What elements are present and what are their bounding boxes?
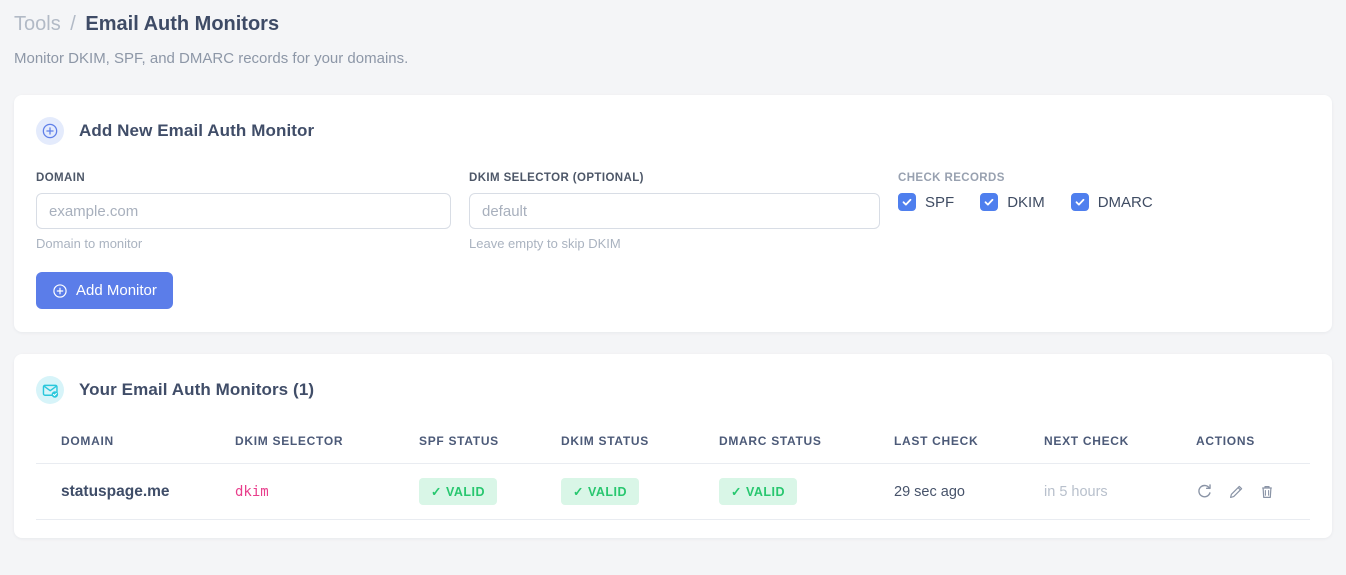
monitor-last-check: 29 sec ago — [894, 463, 1044, 520]
col-header-spf-status: SPF STATUS — [419, 422, 561, 464]
monitor-dkim-selector: dkim — [235, 463, 419, 520]
add-monitor-form: DOMAIN Domain to monitor DKIM SELECTOR (… — [36, 172, 1310, 251]
dkim-status-badge: ✓ VALID — [561, 478, 640, 505]
check-records-label: CHECK RECORDS — [898, 172, 1005, 184]
breadcrumb: Tools / Email Auth Monitors — [14, 0, 1332, 36]
checkbox-dkim-label: DKIM — [1007, 193, 1045, 211]
row-actions — [1196, 483, 1310, 500]
col-header-last-check: LAST CHECK — [894, 422, 1044, 464]
domain-input[interactable] — [36, 193, 451, 229]
plus-circle-icon — [52, 283, 68, 299]
breadcrumb-tools-link[interactable]: Tools — [14, 13, 61, 35]
dkim-selector-field-group: DKIM SELECTOR (OPTIONAL) Leave empty to … — [469, 172, 880, 251]
col-header-dkim-status: DKIM STATUS — [561, 422, 719, 464]
col-header-actions: ACTIONS — [1196, 422, 1310, 464]
breadcrumb-separator: / — [70, 13, 76, 35]
domain-hint: Domain to monitor — [36, 236, 143, 251]
col-header-next-check: NEXT CHECK — [1044, 422, 1196, 464]
dkim-selector-label: DKIM SELECTOR (OPTIONAL) — [469, 172, 644, 184]
monitors-card: Your Email Auth Monitors (1) DOMAIN DKIM… — [14, 354, 1332, 538]
check-records-group: CHECK RECORDS SPF DKIM DMARC — [898, 172, 1310, 251]
monitor-next-check: in 5 hours — [1044, 463, 1196, 520]
add-monitor-card-header: Add New Email Auth Monitor — [36, 117, 1310, 145]
col-header-dkim-selector: DKIM SELECTOR — [235, 422, 419, 464]
email-check-icon — [36, 376, 64, 404]
dkim-selector-input[interactable] — [469, 193, 880, 229]
col-header-domain: DOMAIN — [36, 422, 235, 464]
check-records-options: SPF DKIM DMARC — [898, 193, 1310, 211]
table-header-row: DOMAIN DKIM SELECTOR SPF STATUS DKIM STA… — [36, 422, 1310, 464]
domain-label: DOMAIN — [36, 172, 86, 184]
dmarc-status-badge: ✓ VALID — [719, 478, 798, 505]
dkim-selector-hint: Leave empty to skip DKIM — [469, 236, 621, 251]
monitors-card-header: Your Email Auth Monitors (1) — [36, 376, 1310, 404]
monitors-table: DOMAIN DKIM SELECTOR SPF STATUS DKIM STA… — [36, 422, 1310, 520]
add-monitor-card: Add New Email Auth Monitor DOMAIN Domain… — [14, 95, 1332, 332]
checkbox-spf-box[interactable] — [898, 193, 916, 211]
checkbox-spf-label: SPF — [925, 193, 955, 211]
add-monitor-title: Add New Email Auth Monitor — [79, 121, 315, 140]
plus-circle-icon — [36, 117, 64, 145]
checkbox-dmarc-label: DMARC — [1097, 193, 1153, 211]
col-header-dmarc-status: DMARC STATUS — [719, 422, 894, 464]
checkbox-dmarc-box[interactable] — [1070, 193, 1089, 211]
monitor-domain: statuspage.me — [36, 463, 235, 520]
edit-icon[interactable] — [1228, 484, 1244, 500]
delete-icon[interactable] — [1259, 484, 1275, 500]
spf-status-badge: ✓ VALID — [419, 478, 498, 505]
add-monitor-button-label: Add Monitor — [76, 282, 157, 299]
checkbox-spf[interactable]: SPF — [898, 193, 954, 211]
table-row: statuspage.me dkim ✓ VALID ✓ VALID ✓ VAL… — [36, 463, 1310, 520]
checkbox-dkim[interactable]: DKIM — [980, 193, 1045, 211]
monitors-title: Your Email Auth Monitors (1) — [79, 380, 315, 399]
page-title: Email Auth Monitors — [85, 13, 280, 35]
page-subtitle: Monitor DKIM, SPF, and DMARC records for… — [14, 50, 409, 67]
refresh-icon[interactable] — [1196, 483, 1213, 500]
checkbox-dmarc[interactable]: DMARC — [1070, 193, 1153, 211]
add-monitor-button[interactable]: Add Monitor — [36, 272, 173, 309]
page: Tools / Email Auth Monitors Monitor DKIM… — [0, 0, 1346, 538]
checkbox-dkim-box[interactable] — [980, 193, 999, 211]
domain-field-group: DOMAIN Domain to monitor — [36, 172, 451, 251]
